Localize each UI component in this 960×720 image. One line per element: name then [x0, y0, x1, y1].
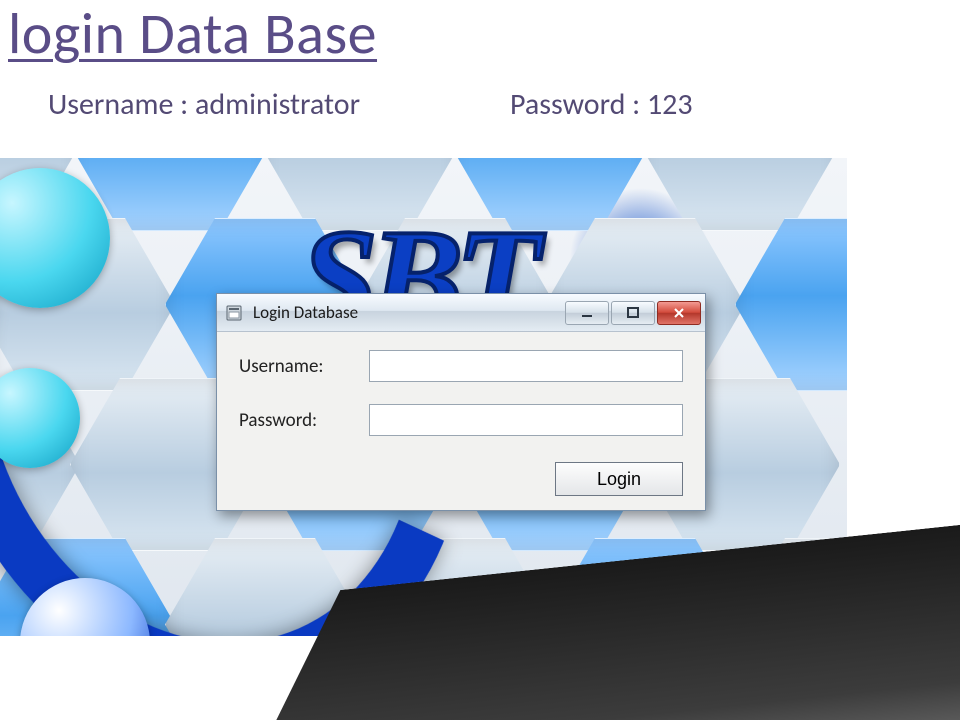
dialog-button-row: Login — [239, 458, 683, 496]
maximize-button[interactable] — [611, 301, 655, 325]
username-row: Username: — [239, 350, 683, 382]
password-input[interactable] — [369, 404, 683, 436]
username-input[interactable] — [369, 350, 683, 382]
minimize-button[interactable] — [565, 301, 609, 325]
app-icon — [225, 303, 245, 323]
password-row: Password: — [239, 404, 683, 436]
credentials-line: Username : administrator Password : 123 — [48, 86, 693, 123]
cred-password-text: Password : 123 — [510, 86, 693, 123]
dialog-body: Username: Password: Login — [217, 332, 705, 510]
slide-title: login Data Base — [8, 0, 377, 69]
username-label: Username: — [239, 355, 369, 378]
close-button[interactable] — [657, 301, 701, 325]
cred-spacer — [360, 86, 510, 123]
maximize-icon — [626, 306, 640, 320]
login-button[interactable]: Login — [555, 462, 683, 496]
dialog-title: Login Database — [253, 302, 565, 323]
password-label: Password: — [239, 409, 369, 432]
minimize-icon — [580, 306, 594, 320]
cred-username-text: Username : administrator — [48, 86, 360, 123]
dialog-titlebar[interactable]: Login Database — [217, 294, 705, 332]
window-controls — [565, 301, 701, 325]
close-icon — [672, 306, 686, 320]
login-dialog-window: Login Database — [216, 293, 706, 511]
